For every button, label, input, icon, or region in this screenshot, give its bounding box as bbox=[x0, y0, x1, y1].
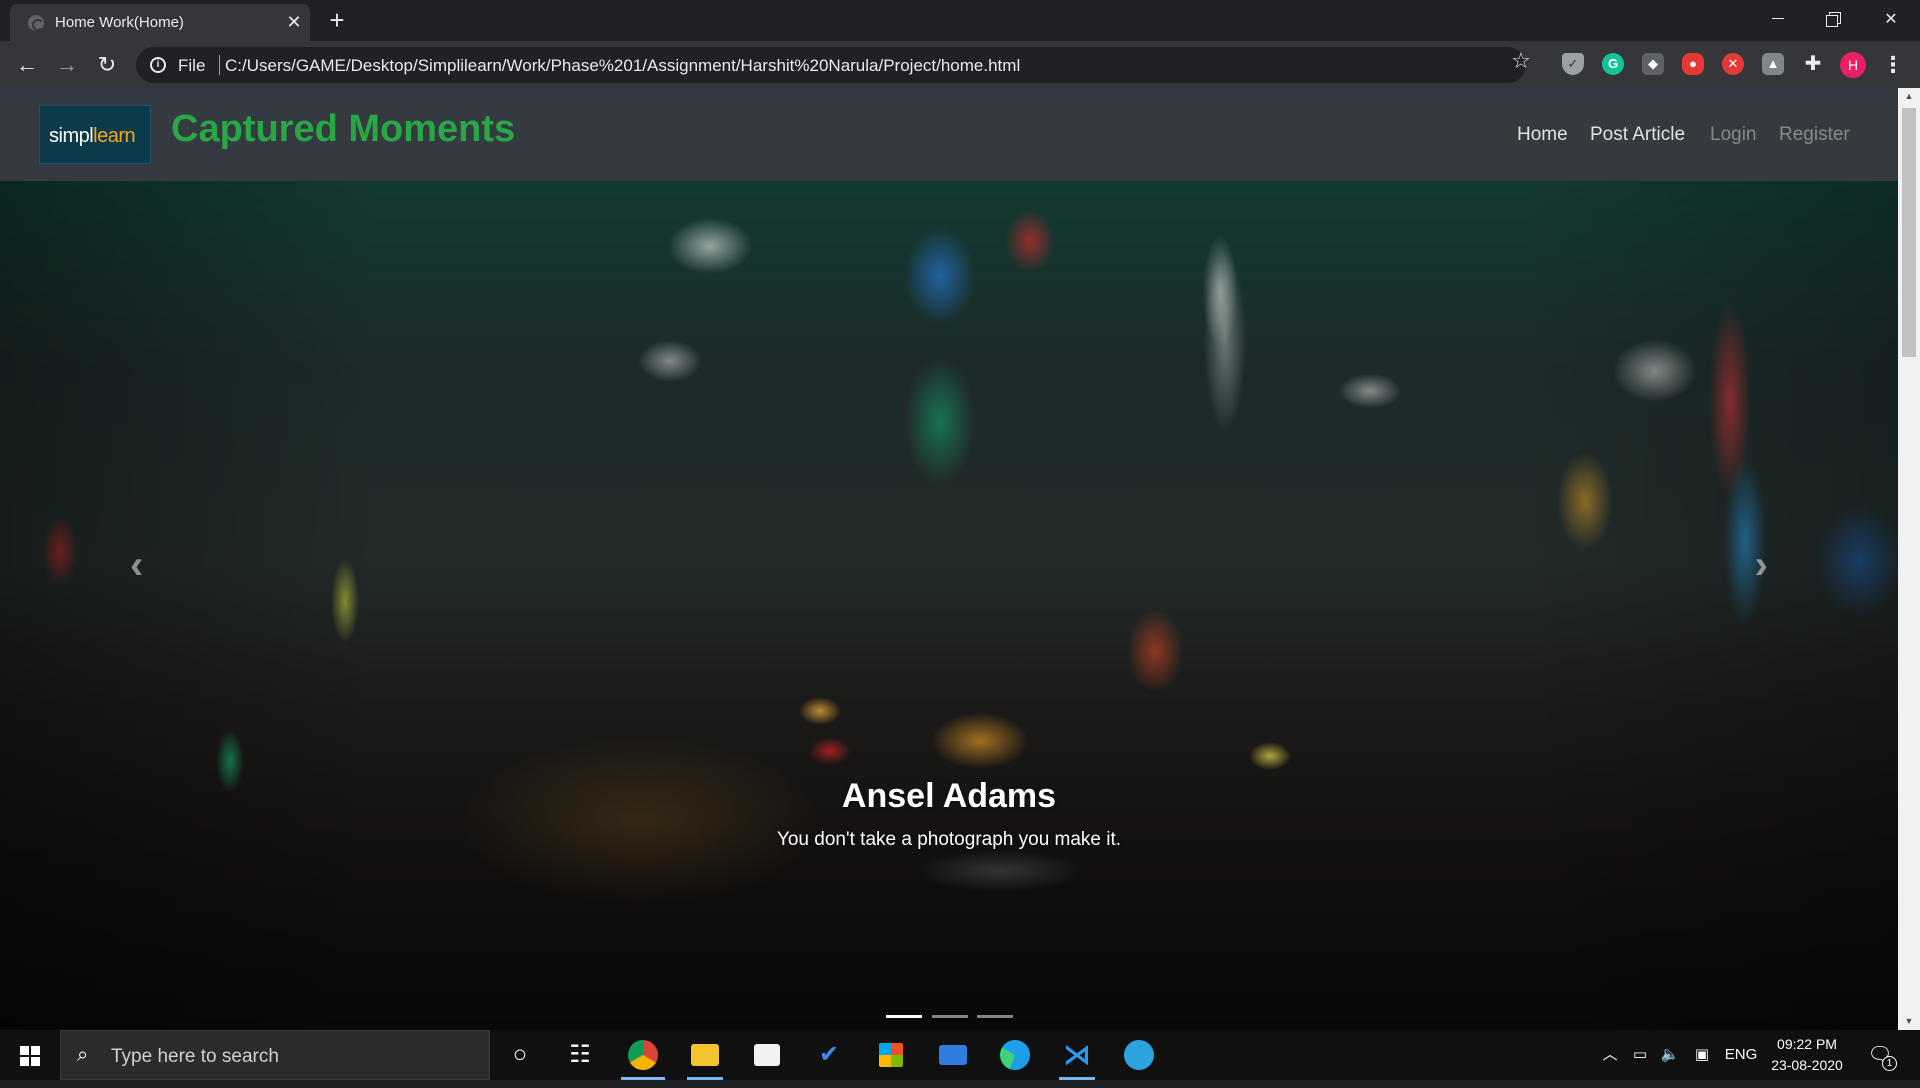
nav-link-login[interactable]: Login bbox=[1710, 124, 1757, 146]
scroll-down-arrow-icon[interactable]: ▼ bbox=[1898, 1013, 1920, 1030]
battery-icon[interactable]: ▭ bbox=[1626, 1030, 1654, 1080]
bookmark-star-icon[interactable]: ☆ bbox=[1508, 48, 1534, 74]
browser-toolbar: ← → ↻ i File C:/Users/GAME/Desktop/Simpl… bbox=[0, 41, 1920, 88]
new-tab-button[interactable]: + bbox=[323, 6, 351, 34]
telegram-taskbar-icon[interactable] bbox=[1111, 1030, 1167, 1080]
browser-tabbar: Home Work(Home) ✕ + ✕ bbox=[0, 0, 1920, 41]
task-view-icon[interactable]: ☷ bbox=[552, 1030, 608, 1080]
scrollbar-thumb[interactable] bbox=[1902, 108, 1916, 357]
cortana-icon[interactable]: ○ bbox=[492, 1030, 548, 1080]
forward-arrow-icon[interactable]: → bbox=[51, 49, 83, 81]
globe-icon bbox=[28, 15, 44, 31]
url-scheme-label: File bbox=[178, 56, 206, 75]
input-language-indicator[interactable]: ENG bbox=[1721, 1030, 1761, 1080]
logo-text: simpllearn bbox=[49, 125, 136, 148]
site-title[interactable]: Captured Moments bbox=[171, 108, 515, 151]
url-text[interactable]: C:/Users/GAME/Desktop/Simplilearn/Work/P… bbox=[225, 56, 1020, 76]
edge-taskbar-icon[interactable] bbox=[987, 1030, 1043, 1080]
chevron-left-icon: ‹ bbox=[130, 543, 144, 587]
store-taskbar-icon[interactable] bbox=[863, 1030, 919, 1080]
scroll-up-arrow-icon[interactable]: ▲ bbox=[1898, 88, 1920, 105]
clock-time: 09:22 PM bbox=[1777, 1036, 1837, 1052]
todo-taskbar-icon[interactable]: ✔ bbox=[801, 1030, 857, 1080]
windows-taskbar: ⌕ Type here to search ○ ☷ ✔ ⋊ ︿ ▭ 🔈 ▣ EN… bbox=[0, 1030, 1920, 1080]
carousel-next-button[interactable]: › bbox=[1608, 181, 1898, 1030]
site-info-icon[interactable]: i bbox=[150, 57, 166, 73]
vscode-taskbar-icon[interactable]: ⋊ bbox=[1049, 1030, 1105, 1080]
grammarly-extension-icon[interactable]: G bbox=[1602, 53, 1624, 75]
minimize-window-button[interactable] bbox=[1755, 0, 1801, 40]
address-bar[interactable]: i File C:/Users/GAME/Desktop/Simplilearn… bbox=[136, 47, 1526, 83]
blocker-extension-icon[interactable]: ✕ bbox=[1722, 53, 1744, 75]
windows-logo-icon bbox=[20, 1046, 40, 1066]
cube-extension-icon[interactable]: ◆ bbox=[1642, 53, 1664, 75]
close-tab-icon[interactable]: ✕ bbox=[282, 10, 306, 34]
back-arrow-icon[interactable]: ← bbox=[11, 49, 43, 81]
simplilearn-logo[interactable]: simpllearn bbox=[39, 105, 151, 164]
caption-text: You don't take a photograph you make it. bbox=[776, 829, 1122, 850]
search-icon: ⌕ bbox=[77, 1044, 89, 1066]
page-viewport: simpllearn Captured Moments Home Post Ar… bbox=[0, 88, 1898, 1030]
file-explorer-taskbar-icon[interactable] bbox=[677, 1030, 733, 1080]
chrome-taskbar-icon[interactable] bbox=[615, 1030, 671, 1080]
taskbar-search-box[interactable]: ⌕ Type here to search bbox=[60, 1030, 490, 1080]
show-hidden-icons-chevron-icon[interactable]: ︿ bbox=[1596, 1030, 1624, 1080]
extensions-puzzle-icon[interactable]: ✚ bbox=[1802, 53, 1824, 75]
notification-count-badge: 1 bbox=[1882, 1056, 1897, 1071]
chevron-right-icon: › bbox=[1754, 543, 1768, 587]
mail-taskbar-icon[interactable] bbox=[925, 1030, 981, 1080]
logo-text-suffix: learn bbox=[93, 125, 136, 147]
start-button[interactable] bbox=[0, 1030, 60, 1080]
profile-avatar[interactable]: H bbox=[1840, 52, 1866, 78]
site-navbar: simpllearn Captured Moments Home Post Ar… bbox=[0, 88, 1898, 181]
clock-date: 23-08-2020 bbox=[1771, 1057, 1843, 1073]
carousel-indicator-1[interactable] bbox=[886, 1015, 922, 1018]
search-placeholder: Type here to search bbox=[111, 1046, 279, 1067]
restore-window-button[interactable] bbox=[1810, 0, 1856, 40]
network-icon[interactable]: ▣ bbox=[1688, 1030, 1716, 1080]
close-window-button[interactable]: ✕ bbox=[1868, 0, 1914, 40]
carousel-prev-button[interactable]: ‹ bbox=[0, 181, 290, 1030]
page-scrollbar[interactable]: ▲ ▼ bbox=[1898, 88, 1920, 1030]
caption-title: Ansel Adams bbox=[841, 777, 1057, 815]
reload-icon[interactable]: ↻ bbox=[91, 49, 123, 81]
nav-link-register[interactable]: Register bbox=[1779, 124, 1850, 146]
tab-title: Home Work(Home) bbox=[55, 14, 184, 31]
url-separator bbox=[219, 55, 220, 75]
volume-icon[interactable]: 🔈 bbox=[1656, 1030, 1684, 1080]
logo-text-prefix: simpl bbox=[49, 125, 94, 147]
nav-link-home[interactable]: Home bbox=[1517, 124, 1568, 146]
carousel-indicator-2[interactable] bbox=[932, 1015, 968, 1018]
taskbar-clock[interactable]: 09:22 PM 23-08-2020 bbox=[1765, 1034, 1849, 1076]
whiteboard-taskbar-icon[interactable] bbox=[739, 1030, 795, 1080]
shield-extension-icon[interactable]: ✓ bbox=[1562, 53, 1584, 75]
nav-link-post-article[interactable]: Post Article bbox=[1590, 124, 1685, 146]
gray-extension-icon[interactable]: ▲ bbox=[1762, 53, 1784, 75]
hero-carousel: ‹ › Ansel Adams You don't take a photogr… bbox=[0, 181, 1898, 1030]
browser-menu-icon[interactable]: ⋮ bbox=[1880, 50, 1906, 80]
browser-tab-active[interactable]: Home Work(Home) ✕ bbox=[10, 4, 310, 41]
red-extension-icon[interactable]: ● bbox=[1682, 53, 1704, 75]
carousel-indicator-3[interactable] bbox=[977, 1015, 1013, 1018]
